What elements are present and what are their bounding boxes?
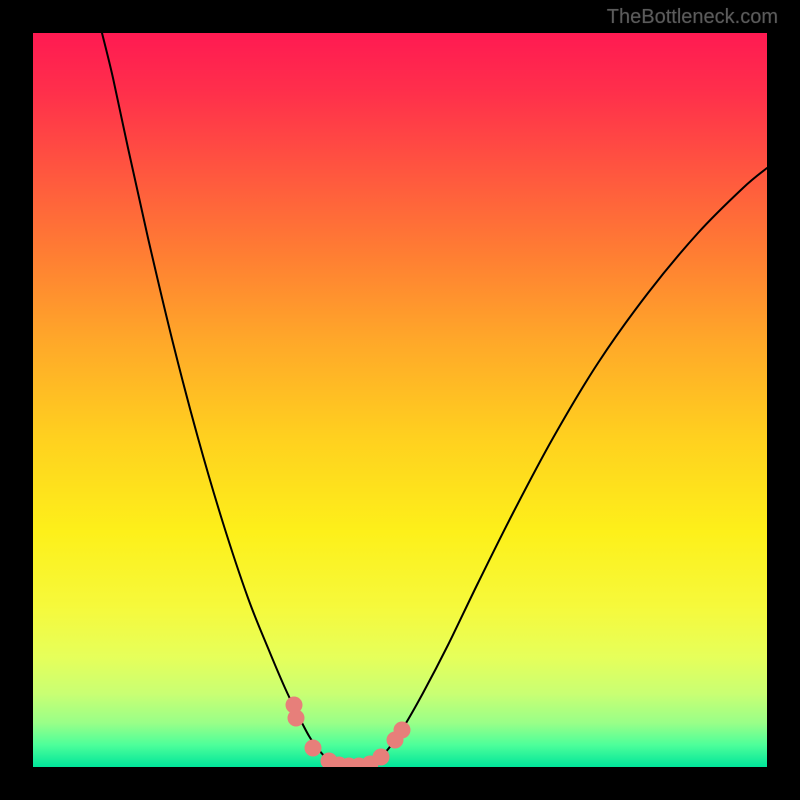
plot-area	[33, 33, 767, 767]
curve-right-ascent	[379, 168, 767, 759]
watermark-text: TheBottleneck.com	[607, 6, 778, 29]
marker-dot-1	[288, 710, 305, 727]
bottleneck-curve	[33, 33, 767, 767]
marker-dot-2	[305, 740, 322, 757]
marker-dot-10	[394, 722, 411, 739]
marker-dot-8	[373, 749, 390, 766]
curve-left-descent	[102, 33, 327, 759]
chart-frame: TheBottleneck.com	[0, 0, 800, 800]
